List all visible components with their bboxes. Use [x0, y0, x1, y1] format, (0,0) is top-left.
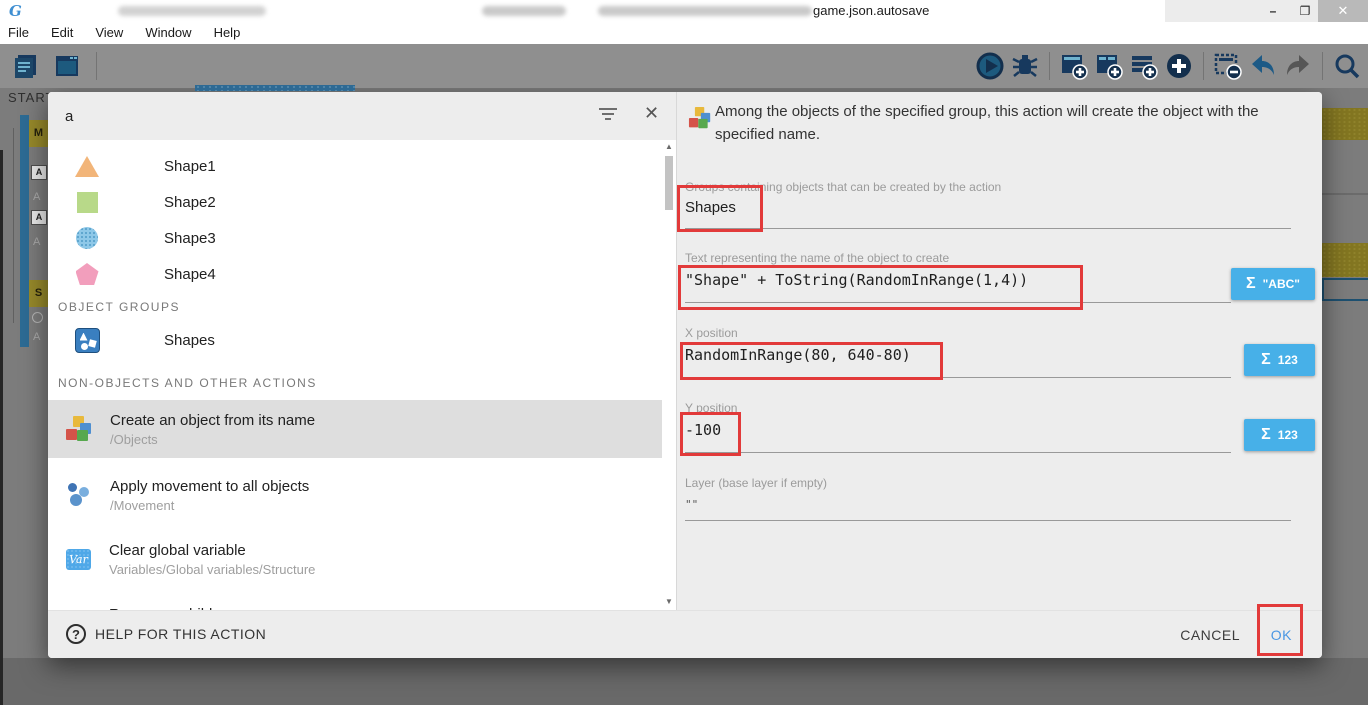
- project-manager-icon[interactable]: [12, 51, 42, 81]
- add-comment-icon[interactable]: [1129, 51, 1159, 81]
- blurred-path-segment: [598, 6, 812, 16]
- search-icon[interactable]: [1332, 51, 1362, 81]
- menu-bar: File Edit View Window Help: [0, 22, 1368, 44]
- create-object-icon: [66, 416, 92, 442]
- pentagon-object-icon: [76, 263, 99, 285]
- scene-window-icon[interactable]: [52, 51, 82, 81]
- filter-icon[interactable]: [597, 108, 619, 124]
- square-object-icon: [77, 192, 98, 213]
- cancel-button[interactable]: CANCEL: [1180, 627, 1240, 643]
- window-title-filename: game.json.autosave: [813, 3, 929, 18]
- restore-button[interactable]: ❐: [1290, 0, 1320, 22]
- scene-tab-strip: [195, 85, 355, 91]
- gdevelop-logo-icon: G: [9, 2, 22, 20]
- timer-icon: [32, 312, 43, 323]
- expression-editor-button-x[interactable]: Σ 123: [1244, 344, 1315, 376]
- expression-editor-button-y[interactable]: Σ 123: [1244, 419, 1315, 451]
- field-label-object-name: Text representing the name of the object…: [685, 251, 949, 265]
- create-object-icon: [689, 107, 711, 129]
- object-group-icon: [75, 328, 100, 353]
- minimize-button[interactable]: –: [1258, 0, 1288, 22]
- add-subevent-icon[interactable]: [1094, 51, 1124, 81]
- close-window-button[interactable]: ✕: [1318, 0, 1368, 22]
- redo-icon[interactable]: [1283, 51, 1313, 81]
- search-bar: ✕: [48, 92, 676, 140]
- list-item-action-remove-child[interactable]: Var Remove a child Variables/Global vari…: [48, 594, 662, 610]
- section-header-other-actions: NON-OBJECTS AND OTHER ACTIONS: [58, 376, 676, 392]
- triangle-object-icon: [75, 156, 99, 177]
- action-description: Among the objects of the specified group…: [715, 100, 1309, 146]
- events-sheet-right-sliver: [1322, 88, 1368, 705]
- blurred-path-segment: [482, 6, 566, 16]
- close-icon[interactable]: ✕: [644, 103, 659, 124]
- list-item-object[interactable]: Shape1: [48, 148, 676, 184]
- scroll-down-icon[interactable]: ▼: [663, 597, 675, 606]
- search-input[interactable]: [65, 104, 505, 128]
- action-icon-chip: A: [31, 210, 47, 225]
- field-label-y-position: Y position: [685, 401, 737, 415]
- title-bar: G game.json.autosave – ❐ ✕: [0, 0, 1368, 22]
- list-item-object[interactable]: Shape3: [48, 220, 676, 256]
- list-item-group[interactable]: Shapes: [48, 320, 676, 360]
- list-item-object[interactable]: Shape4: [48, 256, 676, 292]
- field-label-group: Groups containing objects that can be cr…: [685, 180, 1001, 194]
- movement-icon: [66, 482, 92, 508]
- field-value-layer[interactable]: "": [685, 498, 698, 511]
- field-value-y-position[interactable]: -100: [685, 421, 721, 439]
- add-event-icon[interactable]: [1059, 51, 1089, 81]
- field-value-group[interactable]: Shapes: [685, 199, 736, 216]
- events-sheet-left-sliver: M A A A A S A: [0, 88, 48, 705]
- action-chooser-panel: ✕ Shape1 Shape2 Shape3 Shape4 OBJECT GRO…: [48, 92, 676, 610]
- debug-icon[interactable]: [1010, 51, 1040, 81]
- menu-window[interactable]: Window: [134, 22, 202, 44]
- field-value-object-name[interactable]: "Shape" + ToString(RandomInRange(1,4)): [685, 271, 1028, 289]
- list-item-action-clear-variable[interactable]: Var Clear global variable Variables/Glob…: [48, 530, 662, 588]
- window-bottom-area: [0, 658, 1368, 705]
- menu-help[interactable]: Help: [203, 22, 252, 44]
- event-header-row: S: [29, 280, 48, 307]
- action-icon-chip: A: [31, 165, 47, 180]
- dialog-footer: ? HELP FOR THIS ACTION CANCEL OK: [48, 610, 1322, 658]
- variable-icon: Var: [66, 549, 91, 570]
- undo-icon[interactable]: [1248, 51, 1278, 81]
- list-scrollbar[interactable]: ▲ ▼: [663, 142, 675, 608]
- help-question-icon: ?: [66, 624, 86, 644]
- event-header-row: M: [29, 120, 48, 147]
- main-toolbar: [0, 44, 1368, 88]
- action-parameters-panel: Among the objects of the specified group…: [676, 92, 1322, 610]
- results-list: Shape1 Shape2 Shape3 Shape4 OBJECT GROUP…: [48, 140, 676, 610]
- delete-event-icon[interactable]: [1213, 51, 1243, 81]
- circle-object-icon: [76, 227, 98, 249]
- help-button[interactable]: ? HELP FOR THIS ACTION: [66, 624, 266, 644]
- menu-file[interactable]: File: [0, 22, 40, 44]
- section-header-object-groups: OBJECT GROUPS: [58, 300, 676, 316]
- field-value-x-position[interactable]: RandomInRange(80, 640-80): [685, 346, 911, 364]
- event-selection-bar: [20, 115, 29, 347]
- add-circle-icon[interactable]: [1164, 51, 1194, 81]
- field-label-x-position: X position: [685, 326, 738, 340]
- list-item-object[interactable]: Shape2: [48, 184, 676, 220]
- field-label-layer: Layer (base layer if empty): [685, 476, 827, 490]
- blurred-tab-title: [118, 6, 266, 16]
- menu-view[interactable]: View: [84, 22, 134, 44]
- scrollbar-thumb[interactable]: [665, 156, 673, 210]
- menu-edit[interactable]: Edit: [40, 22, 84, 44]
- expression-editor-button-abc[interactable]: Σ "ABC": [1231, 268, 1315, 300]
- list-item-action-apply-movement[interactable]: Apply movement to all objects /Movement: [48, 466, 662, 524]
- action-editor-dialog: ✕ Shape1 Shape2 Shape3 Shape4 OBJECT GRO…: [48, 92, 1322, 658]
- play-preview-icon[interactable]: [975, 51, 1005, 81]
- scroll-up-icon[interactable]: ▲: [663, 142, 675, 151]
- ok-button[interactable]: OK: [1271, 627, 1292, 643]
- list-item-action-create-object[interactable]: Create an object from its name /Objects: [48, 400, 662, 458]
